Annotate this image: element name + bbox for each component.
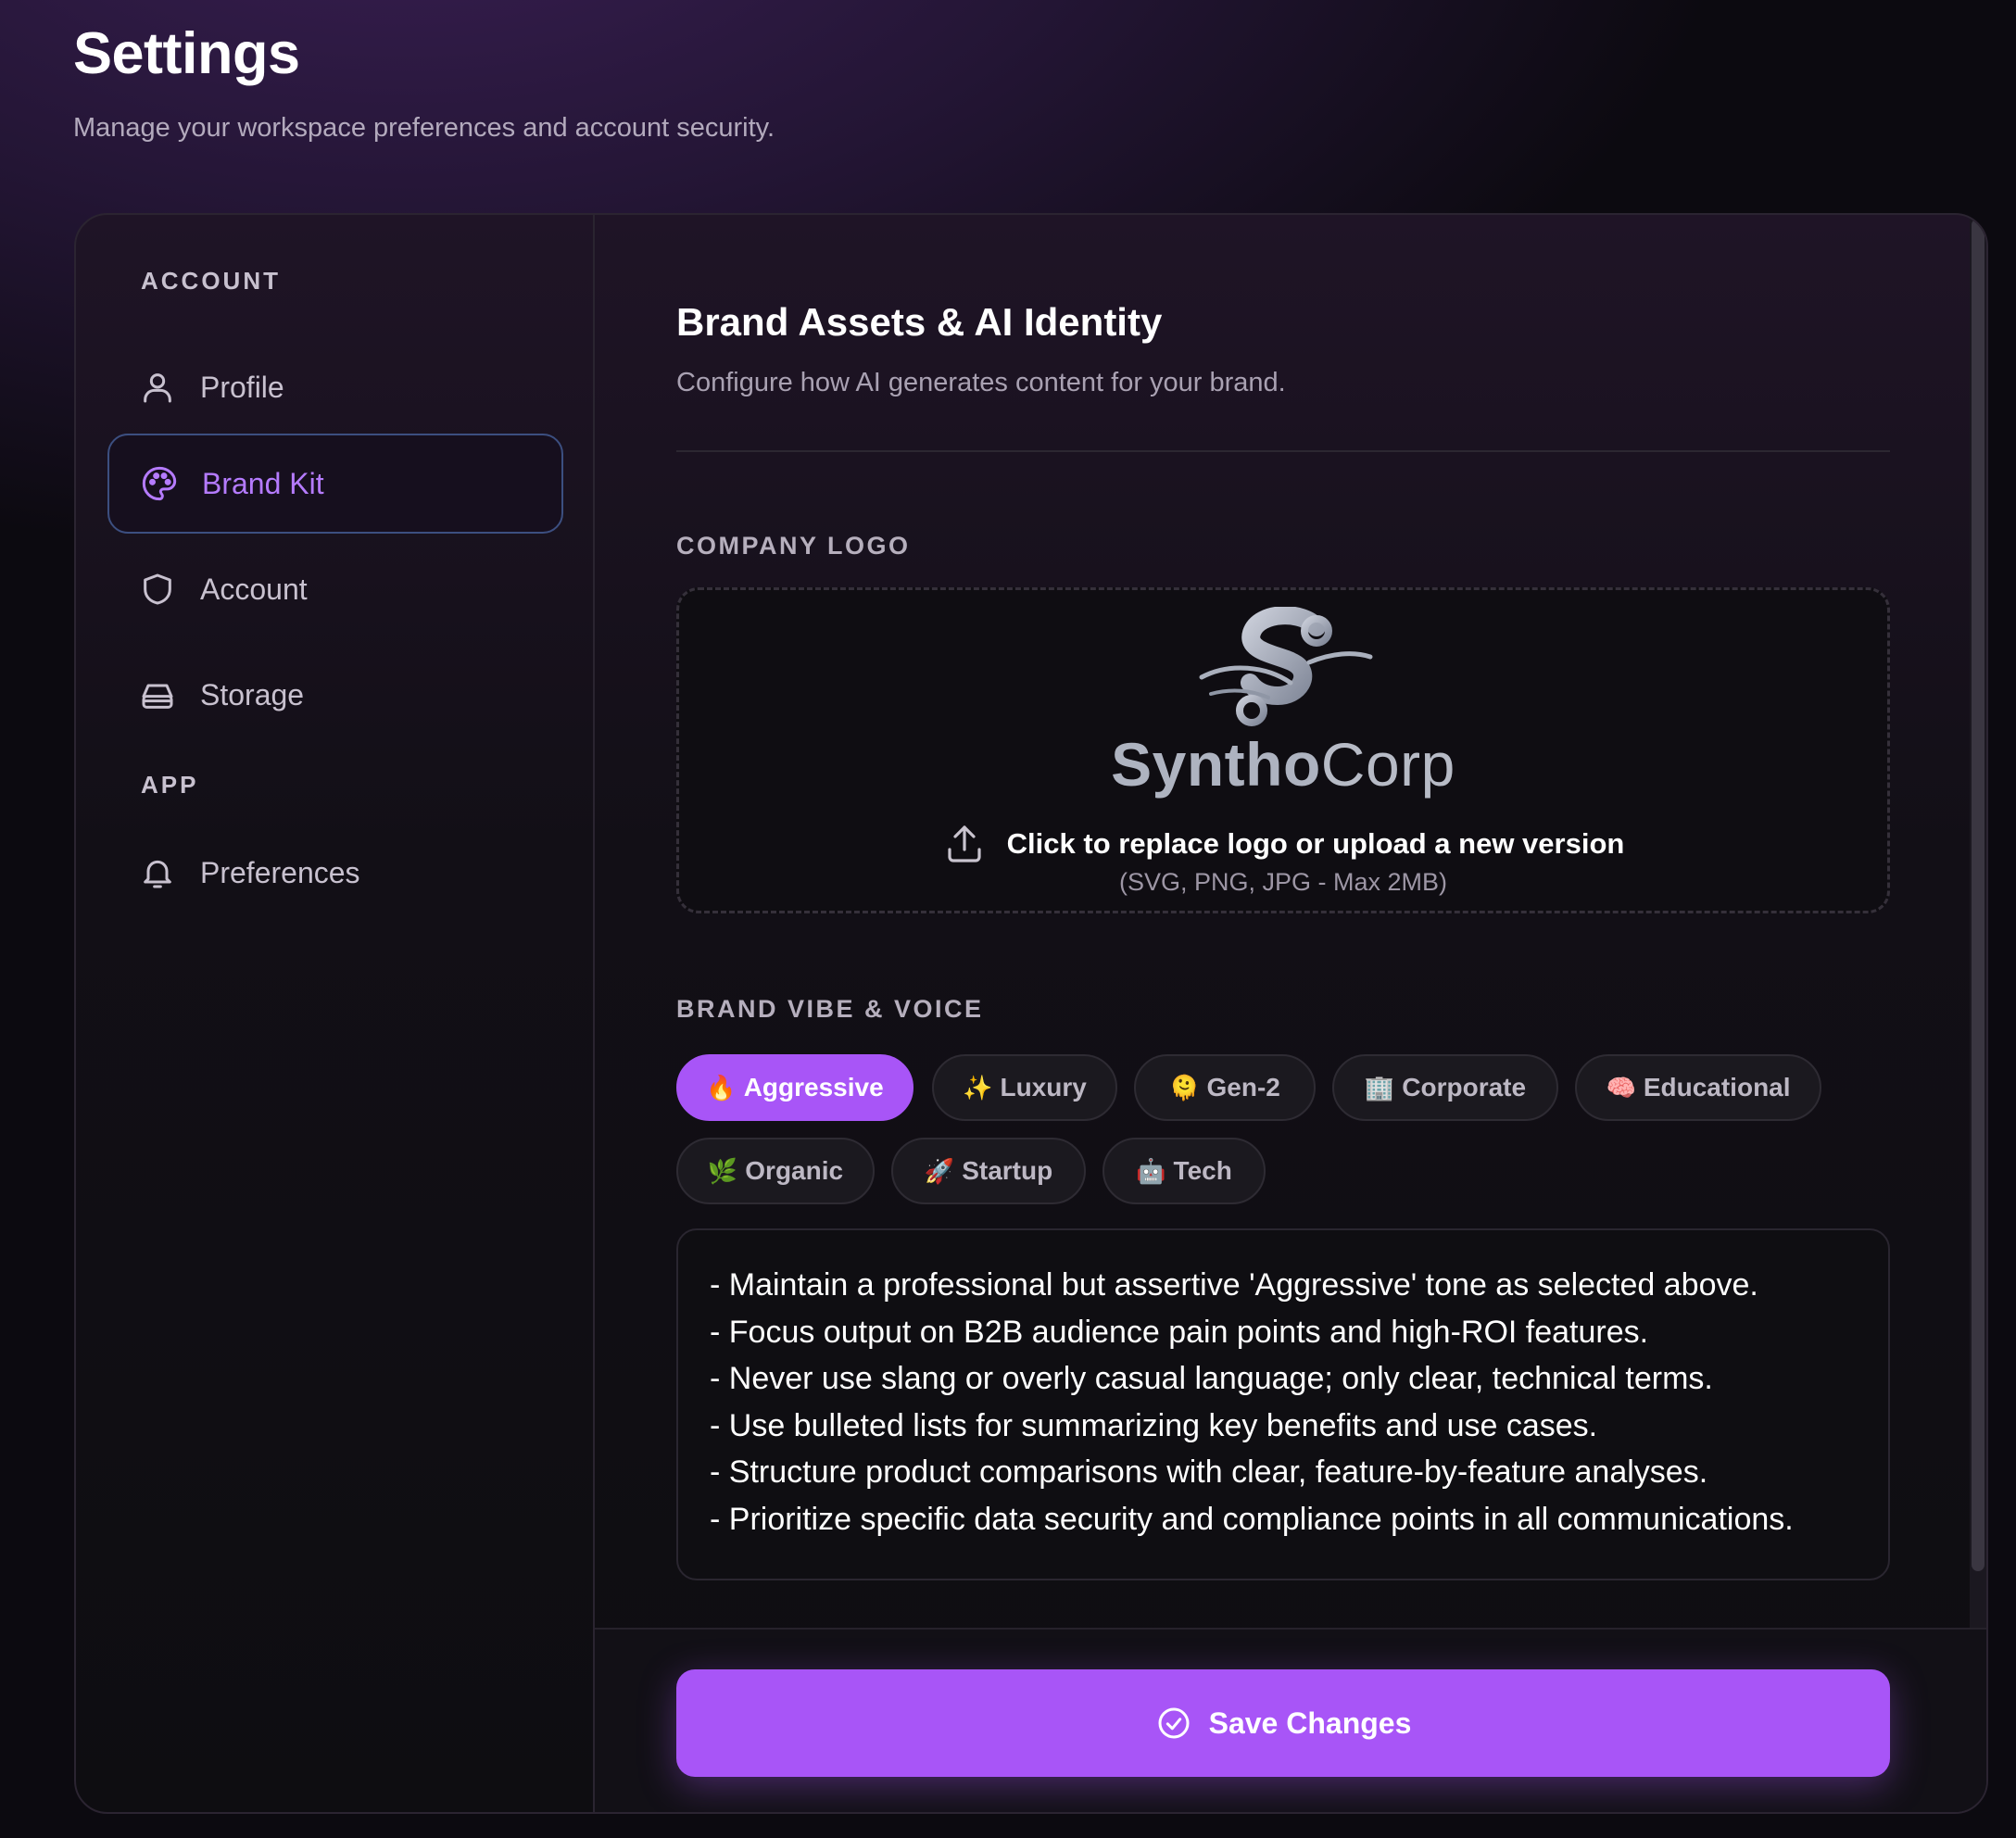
logo-upload-dropzone[interactable]: SynthoCorp Click to replace logo or uplo… xyxy=(676,587,1890,913)
logo-wordmark-light: Corp xyxy=(1320,730,1455,799)
melting-face-icon: 🫠 xyxy=(1169,1073,1200,1102)
sidebar-item-label: Storage xyxy=(200,677,305,711)
sidebar-item-label: Preferences xyxy=(200,855,360,889)
sidebar-item-preferences[interactable]: Preferences xyxy=(107,823,563,923)
panel-footer: Save Changes xyxy=(595,1628,1986,1812)
brand-kit-panel: Brand Assets & AI Identity Configure how… xyxy=(595,215,1986,1812)
company-logo-label: COMPANY LOGO xyxy=(676,532,911,560)
chip-label: Corporate xyxy=(1402,1073,1527,1102)
section-subtitle: Configure how AI generates content for y… xyxy=(676,368,1286,397)
chip-label: Luxury xyxy=(1000,1073,1087,1102)
save-button-label: Save Changes xyxy=(1208,1706,1412,1740)
chip-label: Gen-2 xyxy=(1206,1073,1280,1102)
sidebar-item-profile[interactable]: Profile xyxy=(107,337,563,437)
guideline-line: - Use bulleted lists for summarizing key… xyxy=(710,1407,1598,1443)
sidebar-item-brand-kit[interactable]: Brand Kit xyxy=(107,434,563,534)
logo-wordmark-bold: Syntho xyxy=(1111,730,1321,799)
vibe-chip-tech[interactable]: 🤖 Tech xyxy=(1102,1138,1266,1204)
guideline-line: - Structure product comparisons with cle… xyxy=(710,1454,1708,1490)
upload-row[interactable]: Click to replace logo or upload a new ve… xyxy=(679,822,1887,866)
bell-icon xyxy=(144,860,171,888)
vibe-chip-startup[interactable]: 🚀 Startup xyxy=(891,1138,1086,1204)
sidebar-item-account[interactable]: Account xyxy=(107,539,563,639)
nav-section-app: APP xyxy=(141,771,199,799)
chip-label: Organic xyxy=(745,1156,844,1185)
sidebar-item-storage[interactable]: Storage xyxy=(107,645,563,745)
vibe-chip-gen-2[interactable]: 🫠 Gen-2 xyxy=(1134,1054,1316,1121)
settings-card: ACCOUNT Profile Brand Kit Account Storag… xyxy=(74,213,1988,1814)
guideline-line: - Focus output on B2B audience pain poin… xyxy=(710,1314,1649,1350)
rocket-icon: 🚀 xyxy=(924,1156,955,1185)
scrollbar-thumb[interactable] xyxy=(1972,219,1984,1571)
vibe-chip-aggressive[interactable]: 🔥 Aggressive xyxy=(676,1054,914,1121)
page-title: Settings xyxy=(73,21,300,86)
settings-sidebar: ACCOUNT Profile Brand Kit Account Storag… xyxy=(76,215,595,1812)
sparkles-icon: ✨ xyxy=(963,1073,993,1102)
company-logo-wordmark: SynthoCorp xyxy=(679,729,1887,799)
office-building-icon: 🏢 xyxy=(1364,1073,1395,1102)
upload-hint: (SVG, PNG, JPG - Max 2MB) xyxy=(1118,868,1448,896)
vibe-chip-educational[interactable]: 🧠 Educational xyxy=(1575,1054,1821,1121)
sidebar-item-label: Account xyxy=(200,572,308,606)
upload-text: Click to replace logo or upload a new ve… xyxy=(1006,827,1625,860)
scrollbar[interactable] xyxy=(1970,215,1986,1628)
nav-section-account: ACCOUNT xyxy=(141,267,281,295)
chip-label: Startup xyxy=(962,1156,1053,1185)
divider xyxy=(676,450,1890,452)
hard-drive-icon xyxy=(142,684,173,709)
page-subtitle: Manage your workspace preferences and ac… xyxy=(73,113,775,143)
user-icon xyxy=(144,373,171,403)
brand-vibe-label: BRAND VIBE & VOICE xyxy=(676,995,984,1023)
chip-label: Aggressive xyxy=(743,1073,884,1102)
vibe-chip-organic[interactable]: 🌿 Organic xyxy=(676,1138,875,1204)
guideline-line: - Maintain a professional but assertive … xyxy=(710,1267,1758,1303)
vibe-chip-corporate[interactable]: 🏢 Corporate xyxy=(1332,1054,1558,1121)
brand-voice-textarea[interactable]: - Maintain a professional but assertive … xyxy=(676,1228,1890,1580)
palette-icon xyxy=(142,466,177,501)
chip-label: Tech xyxy=(1173,1156,1232,1185)
sidebar-item-label: Profile xyxy=(200,370,284,404)
brain-icon: 🧠 xyxy=(1606,1073,1636,1102)
chip-label: Educational xyxy=(1643,1073,1791,1102)
section-title: Brand Assets & AI Identity xyxy=(676,300,1163,344)
save-changes-button[interactable]: Save Changes xyxy=(676,1669,1890,1777)
shield-icon xyxy=(144,573,171,605)
fire-icon: 🔥 xyxy=(706,1073,737,1102)
company-logo-icon xyxy=(1199,607,1373,726)
guideline-line: - Prioritize specific data security and … xyxy=(710,1501,1794,1537)
upload-icon xyxy=(948,825,981,862)
vibe-chip-luxury[interactable]: ✨ Luxury xyxy=(932,1054,1117,1121)
check-circle-icon xyxy=(1158,1707,1190,1739)
sidebar-item-label: Brand Kit xyxy=(202,466,324,500)
robot-icon: 🤖 xyxy=(1136,1156,1166,1185)
herb-icon: 🌿 xyxy=(707,1156,738,1185)
guideline-line: - Never use slang or overly casual langu… xyxy=(710,1361,1713,1396)
